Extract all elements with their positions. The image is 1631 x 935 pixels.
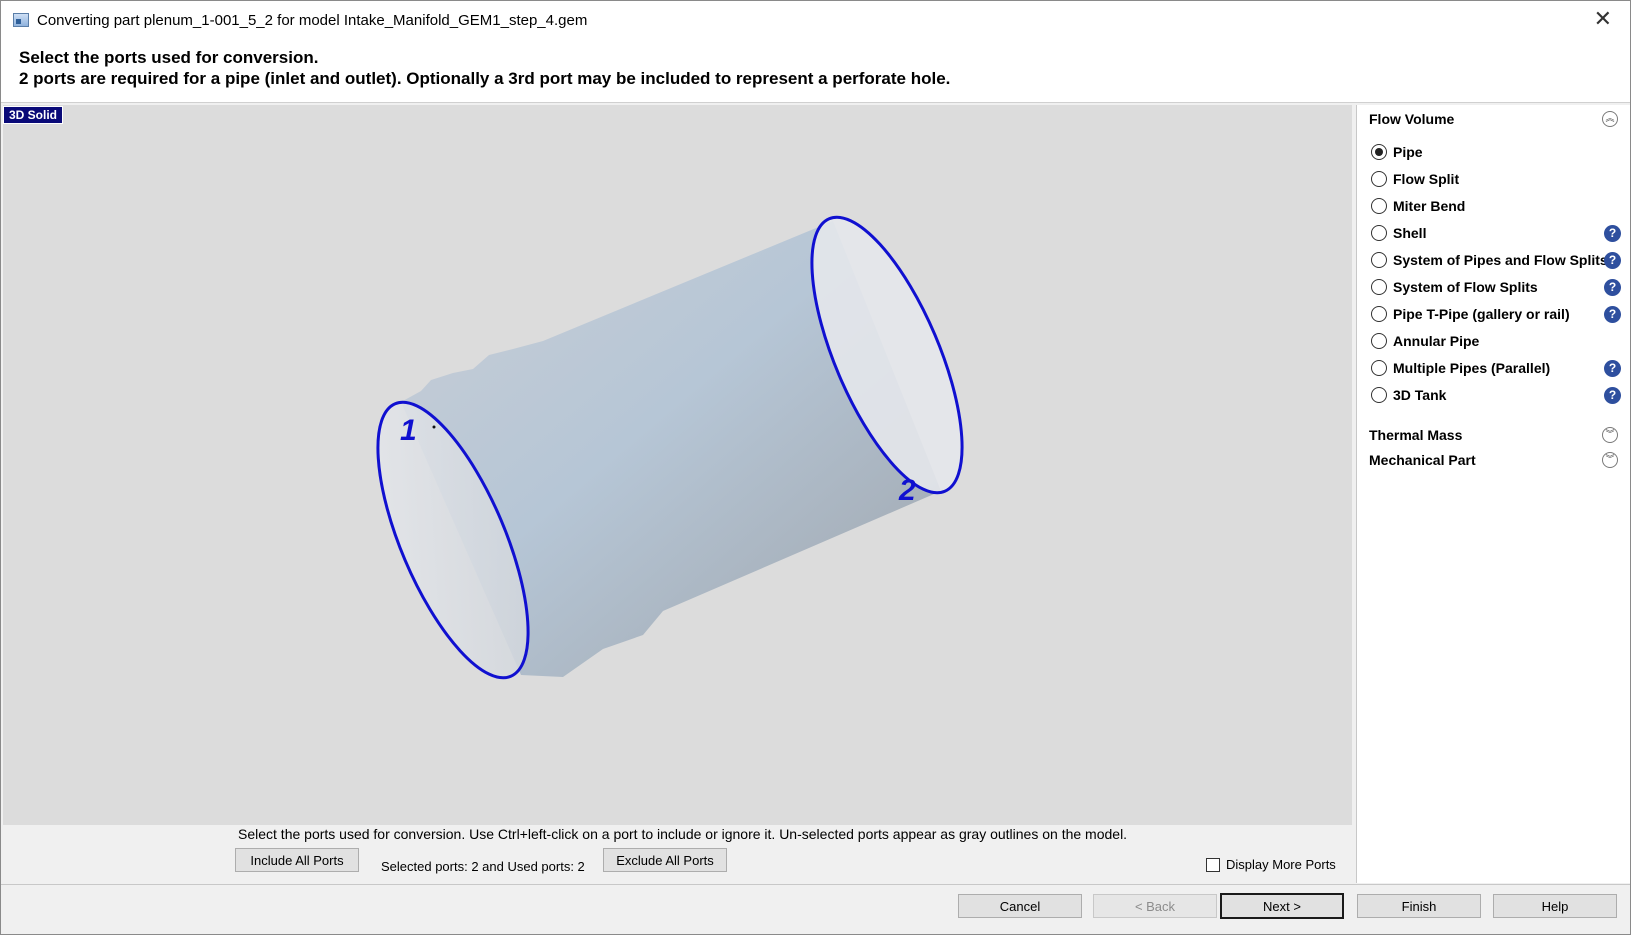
radio-button[interactable]	[1371, 333, 1387, 349]
window-title: Converting part plenum_1-001_5_2 for mod…	[37, 11, 588, 29]
radio-button[interactable]	[1371, 171, 1387, 187]
instruction-line-1: Select the ports used for conversion.	[19, 48, 319, 67]
help-icon[interactable]: ?	[1604, 251, 1621, 269]
radio-button[interactable]	[1371, 252, 1387, 268]
port-2-label: 2	[898, 474, 916, 507]
instructions-panel: Select the ports used for conversion. 2 …	[1, 39, 1630, 103]
model-render[interactable]: 1 2	[3, 105, 1352, 825]
help-icon[interactable]: ?	[1604, 305, 1621, 323]
finish-button[interactable]: Finish	[1357, 894, 1481, 918]
instruction-line-2: 2 ports are required for a pipe (inlet a…	[19, 69, 951, 88]
radio-button[interactable]	[1371, 144, 1387, 160]
flow-option-2[interactable]: Miter Bend	[1371, 196, 1621, 216]
expand-icon[interactable]: ︾	[1602, 452, 1618, 468]
thermal-mass-header[interactable]: Thermal Mass	[1369, 427, 1462, 443]
help-button[interactable]: Help	[1493, 894, 1617, 918]
ports-hint: Select the ports used for conversion. Us…	[238, 826, 1128, 842]
radio-button[interactable]	[1371, 225, 1387, 241]
conversion-type-panel: Flow Volume ︽ Pipe Flow Split Miter Bend Sh…	[1356, 105, 1630, 883]
display-more-ports-label: Display More Ports	[1226, 857, 1336, 872]
flow-option-6[interactable]: Pipe T-Pipe (gallery or rail)?	[1371, 304, 1621, 324]
flow-option-label: Pipe T-Pipe (gallery or rail)	[1393, 306, 1570, 322]
help-icon[interactable]: ?	[1604, 278, 1621, 296]
flow-option-label: Annular Pipe	[1393, 333, 1480, 349]
title-bar: Converting part plenum_1-001_5_2 for mod…	[1, 1, 1630, 39]
cancel-button[interactable]: Cancel	[958, 894, 1082, 918]
display-more-ports-checkbox[interactable]	[1206, 857, 1220, 872]
help-icon[interactable]: ?	[1604, 359, 1621, 377]
radio-button[interactable]	[1371, 387, 1387, 403]
conversion-dialog: Converting part plenum_1-001_5_2 for mod…	[0, 0, 1631, 935]
flow-option-label: 3D Tank	[1393, 387, 1447, 403]
flow-option-label: System of Flow Splits	[1393, 279, 1538, 295]
display-more-ports-toggle[interactable]: Display More Ports	[1206, 857, 1336, 872]
exclude-all-ports-button[interactable]: Exclude All Ports	[603, 848, 727, 872]
flow-option-label: System of Pipes and Flow Splits	[1393, 252, 1608, 268]
flow-option-7[interactable]: Annular Pipe	[1371, 331, 1621, 351]
flow-option-8[interactable]: Multiple Pipes (Parallel)?	[1371, 358, 1621, 378]
ports-status: Selected ports: 2 and Used ports: 2	[381, 859, 585, 874]
radio-button[interactable]	[1371, 306, 1387, 322]
expand-icon[interactable]: ︾	[1602, 427, 1618, 443]
help-icon[interactable]: ?	[1604, 386, 1621, 404]
flow-option-label: Pipe	[1393, 144, 1423, 160]
flow-option-label: Miter Bend	[1393, 198, 1466, 214]
mechanical-part-header[interactable]: Mechanical Part	[1369, 452, 1476, 468]
flow-option-1[interactable]: Flow Split	[1371, 169, 1621, 189]
collapse-icon[interactable]: ︽	[1602, 111, 1618, 127]
flow-option-label: Flow Split	[1393, 171, 1460, 187]
flow-option-label: Shell	[1393, 225, 1427, 241]
help-icon[interactable]: ?	[1604, 224, 1621, 242]
app-icon	[13, 13, 29, 27]
radio-button[interactable]	[1371, 279, 1387, 295]
flow-option-label: Multiple Pipes (Parallel)	[1393, 360, 1551, 376]
flow-option-4[interactable]: System of Pipes and Flow Splits?	[1371, 250, 1621, 270]
include-all-ports-button[interactable]: Include All Ports	[235, 848, 359, 872]
next-button[interactable]: Next >	[1220, 893, 1344, 919]
flow-option-0[interactable]: Pipe	[1371, 142, 1621, 162]
footer-separator	[1, 884, 1630, 885]
flow-option-3[interactable]: Shell?	[1371, 223, 1621, 243]
port-1-marker	[432, 425, 436, 429]
port-1-label: 1	[400, 414, 417, 447]
flow-option-9[interactable]: 3D Tank?	[1371, 385, 1621, 405]
view-mode-tag: 3D Solid	[3, 106, 64, 124]
flow-option-5[interactable]: System of Flow Splits?	[1371, 277, 1621, 297]
flow-volume-header[interactable]: Flow Volume	[1369, 111, 1454, 127]
radio-button[interactable]	[1371, 360, 1387, 376]
close-icon[interactable]: ✕	[1594, 7, 1612, 31]
3d-viewport[interactable]: 1 2 3D Solid	[3, 105, 1352, 825]
back-button[interactable]: < Back	[1093, 894, 1217, 918]
radio-button[interactable]	[1371, 198, 1387, 214]
